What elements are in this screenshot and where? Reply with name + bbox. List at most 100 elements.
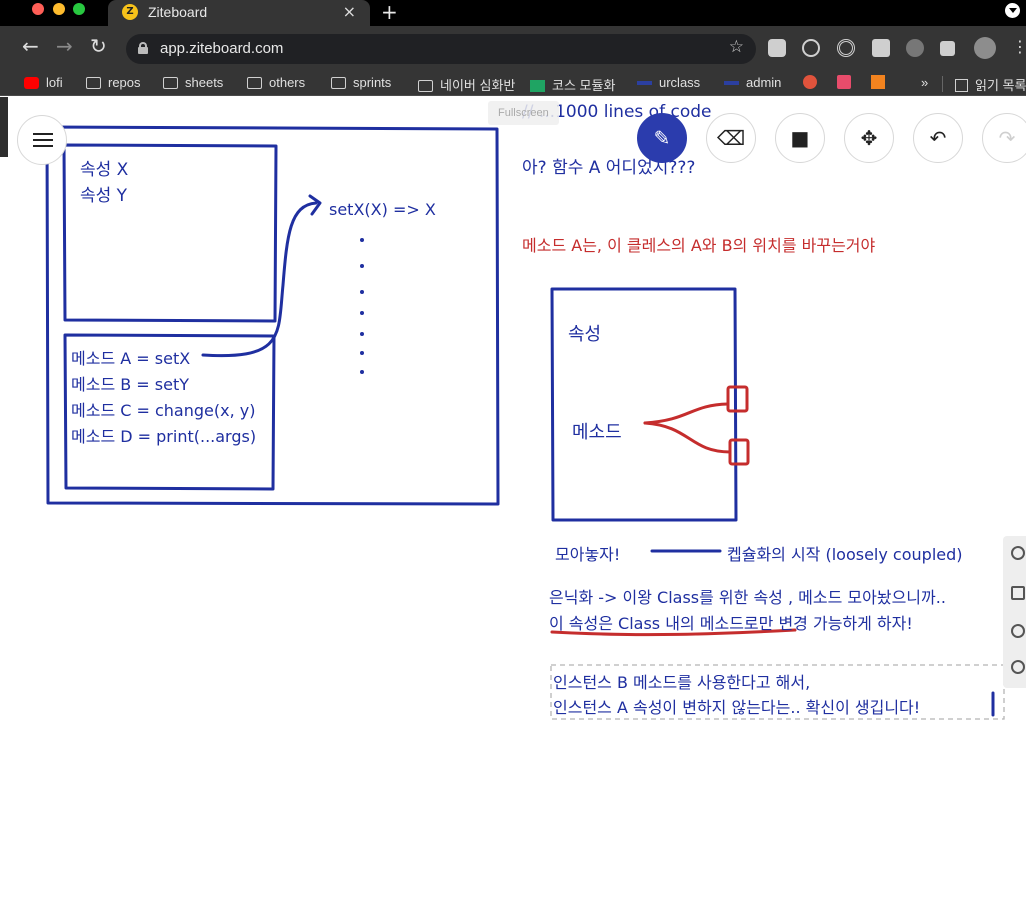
tab-search-icon[interactable] — [1005, 3, 1020, 18]
hamburger-icon-bar — [33, 139, 53, 141]
tab-strip: Z Ziteboard × + — [0, 0, 1026, 26]
main-menu-button[interactable] — [17, 115, 67, 165]
attribute-y-text: 속성 Y — [80, 186, 128, 206]
redo-button[interactable]: ↷ — [982, 113, 1026, 163]
bookmark-s1[interactable] — [803, 75, 824, 90]
bookmark-course[interactable]: 코스 모듈화 — [530, 75, 615, 94]
method-c-text: 메소드 C = change(x, y) — [71, 401, 256, 420]
folder-icon — [86, 77, 101, 89]
address-bar[interactable]: app.ziteboard.com ☆ — [126, 34, 756, 64]
hiding-text-1: 은닉화 -> 이왕 Class를 위한 속성 , 메소드 모아놨으니까.. — [549, 588, 946, 607]
method-d-text: 메소드 D = print(...args) — [71, 427, 257, 446]
pencil-icon: ✎ — [653, 126, 671, 150]
diagram-attribute-text: 속성 — [568, 324, 602, 345]
target-extension-icon[interactable] — [837, 39, 855, 57]
undo-button[interactable]: ↶ — [913, 113, 963, 163]
redo-icon: ↷ — [998, 126, 1016, 150]
leaf-extension-icon[interactable] — [906, 39, 924, 57]
bookmark-hex[interactable] — [871, 75, 892, 90]
bookmarks-bar: lofi repos sheets others sprints 네이버 심화반… — [0, 72, 1026, 96]
bookmark-divider — [942, 76, 943, 92]
sticky-note-button[interactable]: ■ — [775, 113, 825, 163]
method-b-text: 메소드 B = setY — [71, 375, 190, 394]
folder-icon — [247, 77, 262, 89]
react-devtools-icon[interactable] — [802, 39, 820, 57]
browser-tab[interactable]: Z Ziteboard × — [108, 0, 370, 26]
undo-icon: ↶ — [929, 126, 947, 150]
home-icon[interactable] — [1011, 586, 1025, 600]
bookmark-urclass[interactable]: urclass — [637, 75, 700, 90]
bookmark-label: others — [269, 75, 306, 90]
ziteboard-favicon-icon: Z — [122, 4, 138, 20]
gather-text: 모아놓자! — [555, 545, 621, 564]
setx-label: setX(X) => X — [329, 200, 436, 219]
window-edge — [0, 97, 8, 157]
bookmark-label: lofi — [46, 75, 63, 90]
whiteboard-canvas[interactable] — [0, 97, 1026, 911]
pen-tool-button[interactable]: ✎ — [637, 113, 687, 163]
bookmark-star-icon[interactable]: ☆ — [729, 37, 744, 57]
sticky-note-icon: ■ — [790, 126, 810, 150]
bookmark-label: 코스 모듈화 — [552, 78, 616, 93]
lock-icon[interactable] — [138, 42, 148, 54]
tab-title: Ziteboard — [148, 4, 208, 20]
reading-list-label: 읽기 목록 — [975, 78, 1026, 93]
eraser-tool-button[interactable]: ⌫ — [706, 113, 756, 163]
bookmark-admin[interactable]: admin — [724, 75, 781, 90]
camera-extension-icon[interactable] — [768, 39, 786, 57]
diagram-method-text: 메소드 — [572, 422, 622, 443]
eraser-icon: ⌫ — [716, 126, 746, 150]
bookmark-sheets[interactable]: sheets — [163, 75, 223, 90]
reading-list-icon — [955, 79, 968, 92]
bookmark-s2[interactable] — [837, 75, 858, 90]
zoom-reset-icon[interactable] — [1011, 624, 1025, 638]
selected-text-2[interactable]: 인스턴스 A 속성이 변하지 않는다는.. 확신이 생깁니다! — [553, 694, 920, 718]
urclass-icon — [724, 81, 739, 85]
bookmark-lofi[interactable]: lofi — [24, 75, 63, 90]
url-text[interactable]: app.ziteboard.com — [160, 40, 283, 57]
notion-extension-icon[interactable] — [872, 39, 890, 57]
close-window-button[interactable] — [32, 3, 44, 15]
hexagon-icon — [871, 75, 885, 89]
hamburger-icon — [33, 133, 53, 135]
tab-close-icon[interactable]: × — [343, 2, 356, 21]
profile-avatar[interactable] — [974, 37, 996, 59]
bookmark-label: repos — [108, 75, 141, 90]
reading-list[interactable]: 읽기 목록 — [955, 75, 1026, 94]
browser-toolbar: ← → ↻ app.ziteboard.com ☆ ⋮ — [0, 26, 1026, 72]
bookmark-label: sprints — [353, 75, 392, 90]
bookmark-naver[interactable]: 네이버 심화반 — [418, 75, 515, 94]
bookmark-repos[interactable]: repos — [86, 75, 141, 90]
hamburger-icon-bar — [33, 145, 53, 147]
bookmark-others[interactable]: others — [247, 75, 305, 90]
urclass-icon — [637, 81, 652, 85]
zoom-in-icon[interactable] — [1011, 546, 1025, 560]
back-arrow-icon[interactable]: ← — [22, 34, 39, 58]
zoom-window-button[interactable] — [73, 3, 85, 15]
bookmark-label: 네이버 심화반 — [440, 78, 516, 93]
encapsulation-text: 켑슐화의 시작 (loosely coupled) — [727, 545, 963, 564]
folder-icon — [163, 77, 178, 89]
minimize-window-button[interactable] — [53, 3, 65, 15]
bookmark-label: admin — [746, 75, 782, 90]
s-app-icon — [803, 75, 817, 89]
folder-icon — [331, 77, 346, 89]
selected-text-1[interactable]: 인스턴스 B 메소드를 사용한다고 해서, — [553, 669, 810, 693]
red-note-text: 메소드 A는, 이 클레스의 A와 B의 위치를 바꾸는거야 — [522, 236, 876, 255]
new-tab-button[interactable]: + — [381, 0, 398, 24]
bookmark-label: sheets — [185, 75, 224, 90]
zoom-out-icon[interactable] — [1011, 660, 1025, 674]
method-a-text: 메소드 A = setX — [71, 349, 191, 368]
folder-icon — [418, 80, 433, 92]
fullscreen-tooltip: Fullscreen — [488, 101, 559, 125]
bookmark-sprints[interactable]: sprints — [331, 75, 391, 90]
attribute-x-text: 속성 X — [80, 160, 129, 180]
bookmark-label: urclass — [659, 75, 701, 90]
bookmarks-overflow-button[interactable]: » — [921, 75, 928, 90]
forward-arrow-icon[interactable]: → — [56, 34, 73, 58]
youtube-icon — [24, 77, 39, 89]
extensions-puzzle-icon[interactable] — [940, 41, 955, 56]
move-tool-button[interactable]: ✥ — [844, 113, 894, 163]
browser-menu-icon[interactable]: ⋮ — [1012, 37, 1026, 56]
reload-icon[interactable]: ↻ — [90, 34, 107, 58]
